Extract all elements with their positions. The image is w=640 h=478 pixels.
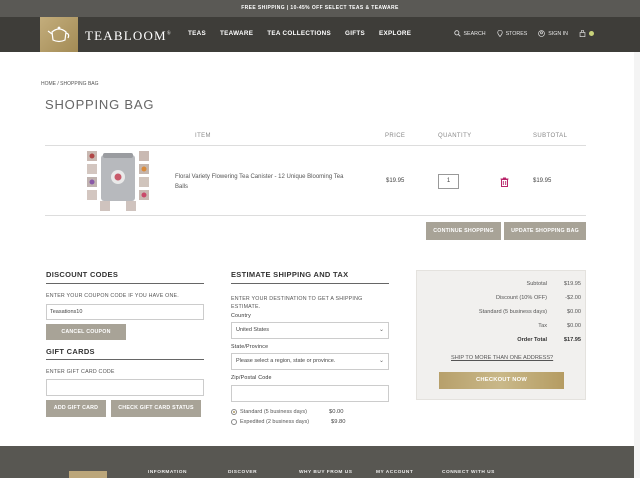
cart-link[interactable] [579, 30, 594, 37]
country-label: Country [231, 313, 251, 319]
page-title: SHOPPING BAG [45, 97, 155, 112]
breadcrumb[interactable]: HOME / SHOPPING BAG [41, 81, 99, 87]
promo-bar: FREE SHIPPING | 10-45% OFF SELECT TEAS &… [0, 0, 640, 17]
standard-price: $0.00 [329, 409, 344, 415]
add-gift-card-button[interactable]: ADD GIFT CARD [46, 400, 106, 417]
continue-shopping-button[interactable]: CONTINUE SHOPPING [426, 222, 501, 240]
state-label: State/Province [231, 344, 269, 350]
shipping-title: ESTIMATE SHIPPING AND TAX [231, 270, 349, 279]
header-subtotal: SUBTOTAL [533, 133, 568, 139]
shipping-option-expedited[interactable]: Expedited (2 business days) [231, 419, 309, 425]
map-pin-icon [496, 30, 503, 37]
chevron-down-icon: ⌄ [378, 358, 384, 364]
table-row: Floral Variety Flowering Tea Canister - … [45, 146, 586, 216]
stores-link[interactable]: STORES [496, 30, 527, 37]
brand-name[interactable]: TEABLOOM® [85, 28, 172, 44]
expedited-price: $9.80 [331, 419, 346, 425]
checkout-button[interactable]: CHECKOUT NOW [439, 372, 564, 389]
teapot-icon [47, 26, 70, 43]
footer-discover[interactable]: DISCOVER [228, 470, 257, 475]
footer-logo[interactable] [69, 471, 107, 478]
country-select[interactable]: United States ⌄ [231, 322, 389, 339]
order-summary: Subtotal $19.95 Discount (10% OFF) -$2.00 … [416, 270, 586, 400]
primary-menu: TEAS TEAWARE TEA COLLECTIONS GIFTS EXPLO… [188, 30, 411, 37]
header-price: PRICE [385, 133, 406, 139]
signin-link[interactable]: SIGN IN [538, 30, 568, 37]
menu-explore[interactable]: EXPLORE [379, 30, 411, 37]
site-footer: INFORMATION DISCOVER WHY BUY FROM US MY … [0, 446, 640, 478]
radio-button[interactable] [231, 409, 237, 415]
scrollbar[interactable] [634, 52, 640, 478]
footer-information[interactable]: INFORMATION [148, 470, 187, 475]
coupon-input[interactable]: Teasations10 [46, 304, 204, 320]
update-bag-button[interactable]: UPDATE SHOPPING BAG [504, 222, 586, 240]
menu-tea-collections[interactable]: TEA COLLECTIONS [267, 30, 331, 37]
coupon-label: ENTER YOUR COUPON CODE IF YOU HAVE ONE. [46, 293, 179, 299]
quantity-input[interactable]: 1 [438, 174, 459, 189]
header-item: ITEM [195, 133, 211, 139]
footer-connect[interactable]: CONNECT WITH US [442, 470, 495, 475]
search-icon [453, 30, 461, 37]
bag-icon [579, 30, 586, 37]
footer-my-account[interactable]: MY ACCOUNT [376, 470, 413, 475]
trash-icon[interactable] [500, 177, 509, 187]
product-price: $19.95 [386, 178, 405, 184]
shipping-option-standard[interactable]: Standard (5 business days) [231, 409, 307, 415]
radio-button[interactable] [231, 419, 237, 425]
gift-code-label: ENTER GIFT CARD CODE [46, 369, 115, 375]
menu-gifts[interactable]: GIFTS [345, 30, 365, 37]
utility-links: SEARCH STORES SIGN IN [453, 30, 594, 37]
divider [231, 283, 389, 284]
check-gift-card-button[interactable]: CHECK GIFT CARD STATUS [111, 400, 201, 417]
shipping-intro: ENTER YOUR DESTINATION TO GET A SHIPPING… [231, 296, 363, 310]
divider [46, 359, 204, 360]
gift-code-input[interactable] [46, 379, 204, 396]
menu-teas[interactable]: TEAS [188, 30, 206, 37]
main-nav: TEABLOOM® TEAS TEAWARE TEA COLLECTIONS G… [0, 17, 640, 52]
logo[interactable] [40, 17, 78, 52]
cart-table-header: ITEM PRICE QUANTITY SUBTOTAL [45, 133, 586, 146]
ship-multiple-link[interactable]: SHIP TO MORE THAN ONE ADDRESS? [451, 355, 553, 361]
footer-why-buy[interactable]: WHY BUY FROM US [299, 470, 352, 475]
zip-input[interactable] [231, 385, 389, 402]
product-image[interactable] [87, 151, 149, 211]
state-select[interactable]: Please select a region, state or provinc… [231, 353, 389, 370]
menu-teaware[interactable]: TEAWARE [220, 30, 253, 37]
user-icon [538, 30, 546, 37]
product-name[interactable]: Floral Variety Flowering Tea Canister - … [175, 172, 355, 192]
row-subtotal: $19.95 [533, 178, 552, 184]
gift-title: GIFT CARDS [46, 347, 95, 356]
search-link[interactable]: SEARCH [453, 30, 486, 37]
header-quantity: QUANTITY [438, 133, 472, 139]
divider [46, 283, 204, 284]
cancel-coupon-button[interactable]: CANCEL COUPON [46, 324, 126, 340]
cart-indicator [589, 31, 594, 36]
discount-title: DISCOUNT CODES [46, 270, 119, 279]
zip-label: Zip/Postal Code [231, 375, 272, 381]
chevron-down-icon: ⌄ [378, 327, 384, 333]
